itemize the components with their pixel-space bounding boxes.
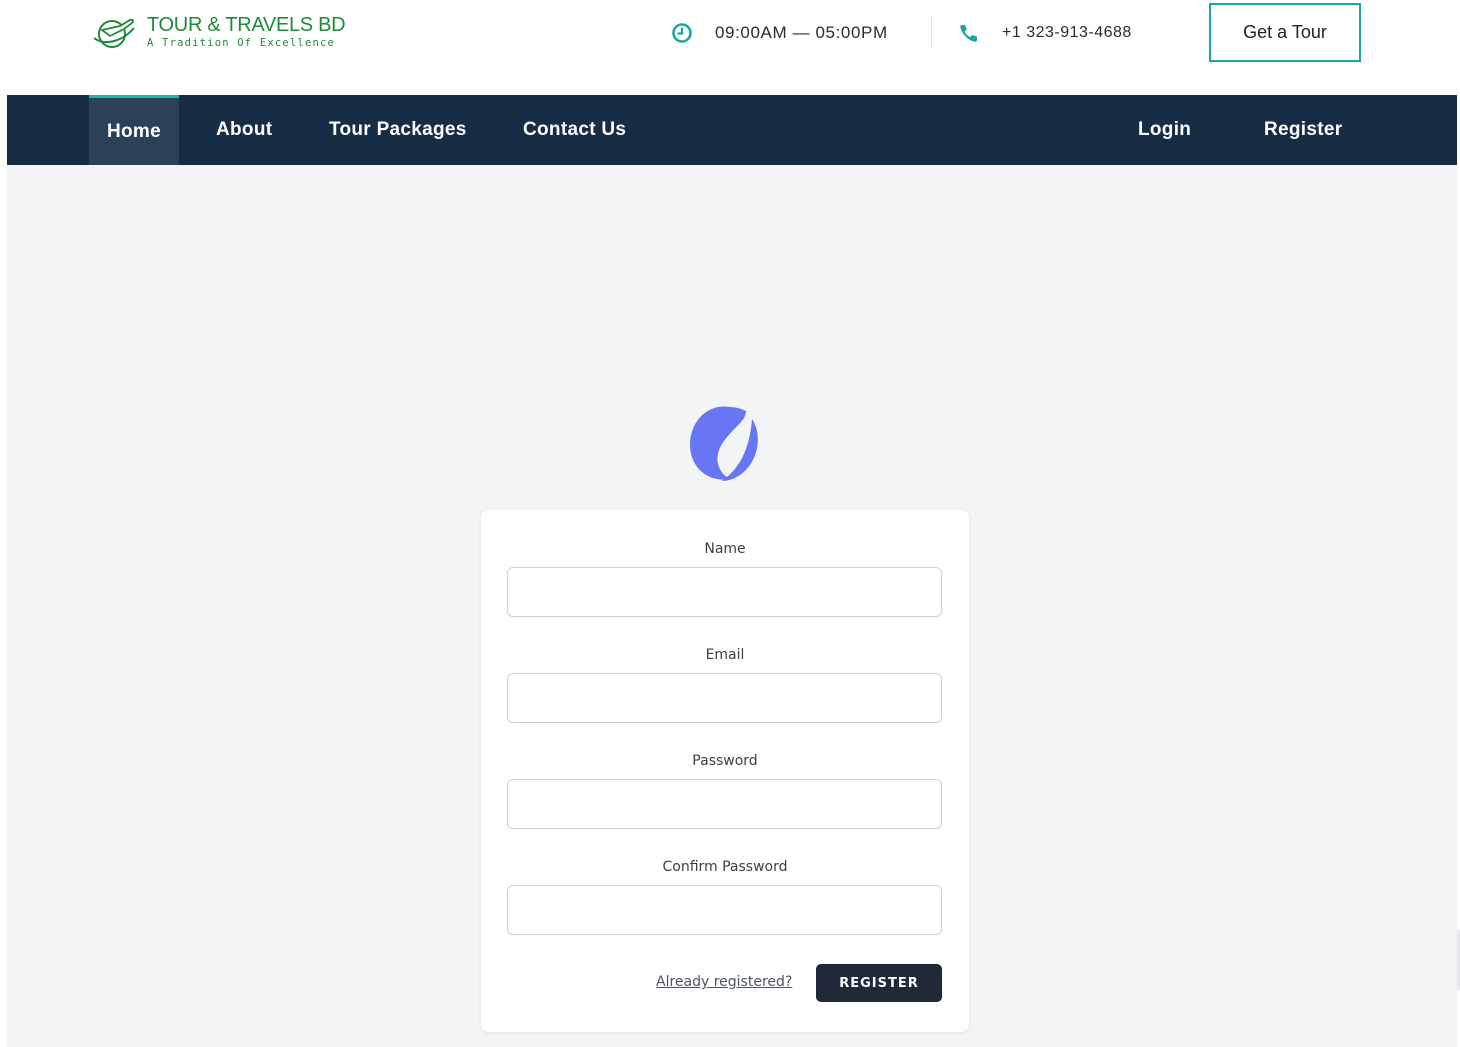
main-navigation: Home About Tour Packages Contact Us Logi… [7,95,1457,165]
hours-text: 09:00AM — 05:00PM [715,23,888,42]
name-label: Name [704,541,746,557]
nav-item-login[interactable]: Login [1138,95,1191,165]
name-input[interactable] [507,567,942,617]
site-logo[interactable]: TOUR & TRAVELS BD A Tradition Of Excelle… [90,12,350,56]
email-input[interactable] [507,673,942,723]
register-page: Name Email Password Confirm Password Alr… [7,165,1457,1047]
password-label: Password [692,753,758,769]
register-form: Name Email Password Confirm Password Alr… [481,510,969,1032]
phone-number[interactable]: +1 323-913-4688 [1002,24,1132,42]
header-divider [931,17,932,47]
top-header: TOUR & TRAVELS BD A Tradition Of Excelle… [0,0,1460,95]
password-input[interactable] [507,779,942,829]
app-logo-icon[interactable] [690,405,762,483]
clock-icon [672,23,692,43]
register-submit-button[interactable]: REGISTER [816,964,942,1002]
airplane-globe-icon [93,18,135,48]
phone-contact[interactable]: +1 323-913-4688 [958,20,1132,46]
logo-tagline: A Tradition Of Excellence [147,37,336,49]
nav-item-home[interactable]: Home [89,95,179,165]
nav-item-register[interactable]: Register [1264,95,1342,165]
confirm-password-label: Confirm Password [662,859,788,875]
already-registered-link[interactable]: Already registered? [656,974,792,990]
nav-item-about[interactable]: About [216,95,272,165]
opening-hours: 09:00AM — 05:00PM [671,20,888,46]
nav-item-tour-packages[interactable]: Tour Packages [329,95,467,165]
nav-item-contact-us[interactable]: Contact Us [523,95,626,165]
confirm-password-input[interactable] [507,885,942,935]
get-a-tour-button[interactable]: Get a Tour [1209,3,1361,62]
phone-icon [960,25,977,42]
logo-title: TOUR & TRAVELS BD [147,14,346,36]
email-label: Email [705,647,745,663]
